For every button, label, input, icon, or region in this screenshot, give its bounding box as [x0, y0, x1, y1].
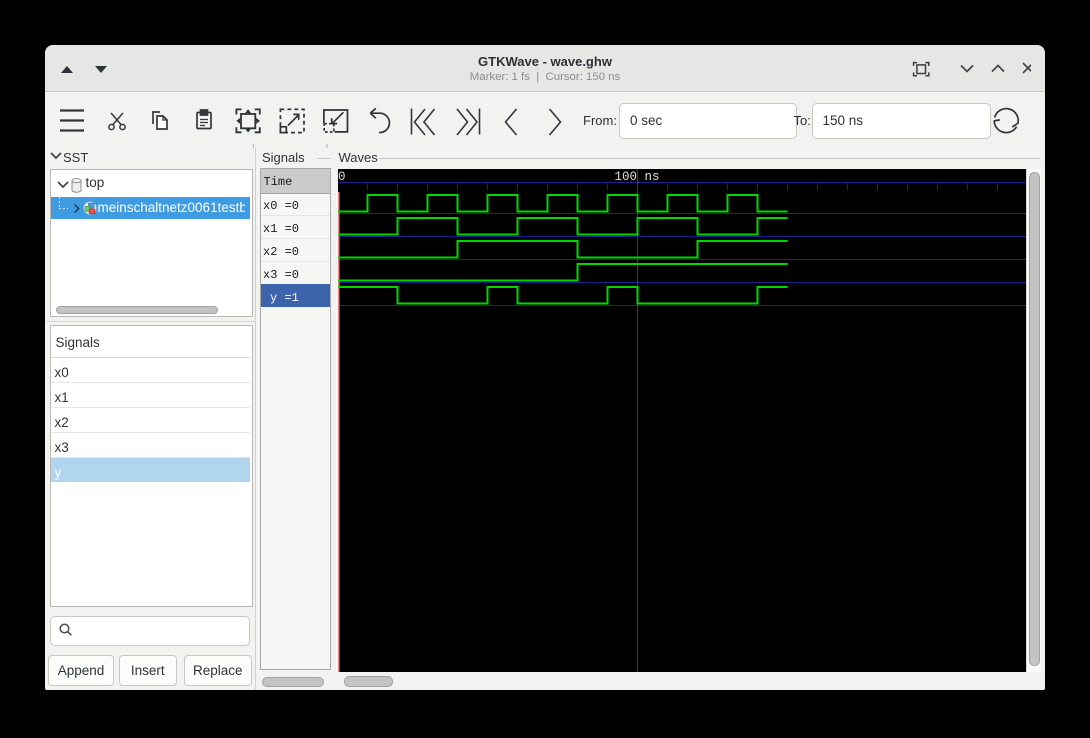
svg-text:0: 0: [338, 170, 346, 184]
svg-text:100 ns: 100 ns: [615, 170, 660, 184]
